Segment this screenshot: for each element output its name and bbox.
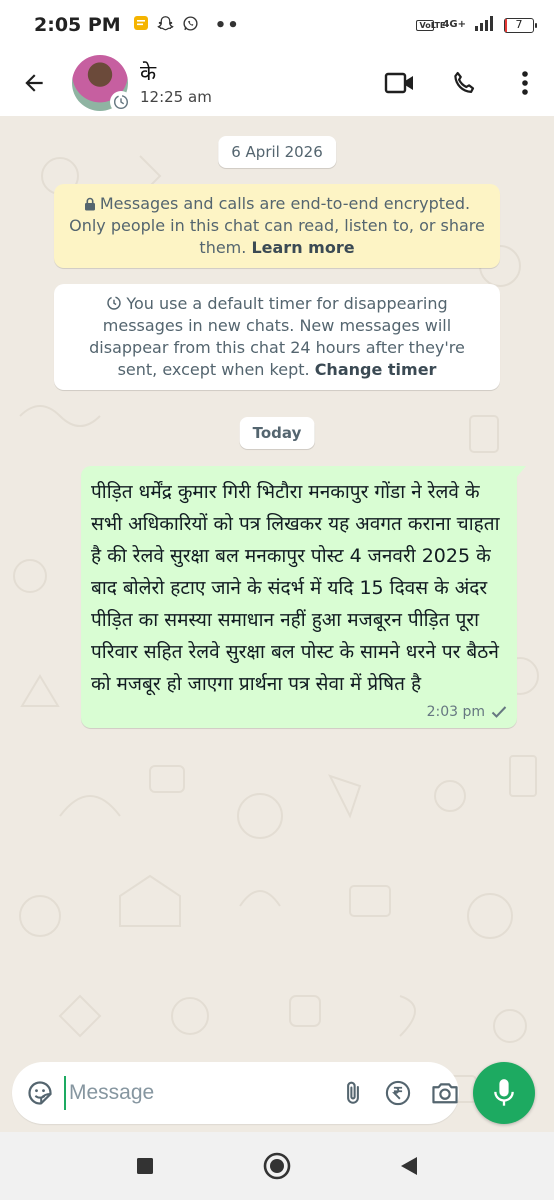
message-composer: [12, 1062, 459, 1124]
sticker-button[interactable]: [26, 1073, 54, 1113]
contact-subtitle: 12:25 am: [140, 88, 212, 106]
disappearing-timer-badge: [110, 91, 132, 113]
signal-strength-icon: [474, 15, 496, 35]
volte-icon: VoLTE: [416, 19, 445, 31]
triangle-back-icon: [401, 1157, 417, 1175]
message-text: पीड़ित धर्मेंद्र कुमार गिरी भिटौरा मनकाप…: [91, 481, 500, 695]
battery-level-fill: [505, 18, 507, 32]
battery-icon: 7: [504, 17, 537, 33]
camera-icon: [432, 1083, 458, 1104]
status-time: 2:05 PM: [34, 14, 121, 36]
disappearing-timer-notice[interactable]: You use a default timer for disappearing…: [54, 284, 500, 390]
voice-call-icon: [454, 71, 475, 93]
circle-home-icon: [263, 1152, 291, 1180]
notification-icons: ••: [133, 15, 240, 36]
more-notifications-indicator: ••: [214, 14, 240, 36]
whatsapp-notification-icon: [182, 15, 199, 36]
sticker-icon: [28, 1081, 52, 1105]
voice-message-button[interactable]: [473, 1062, 535, 1124]
timer-icon: [107, 296, 122, 310]
chat-area[interactable]: 6 April 2026 Messages and calls are end-…: [0, 116, 554, 1132]
home-button[interactable]: [257, 1146, 297, 1186]
attach-icon: [347, 1081, 359, 1104]
status-bar: 2:05 PM •• VoLTE 4G+ 7: [0, 0, 554, 50]
outgoing-message[interactable]: पीड़ित धर्मेंद्र कुमार गिरी भिटौरा मनकाप…: [81, 466, 526, 728]
encryption-notice[interactable]: Messages and calls are end-to-end encryp…: [54, 184, 500, 268]
more-options-button[interactable]: [496, 50, 554, 116]
payment-button[interactable]: [384, 1073, 412, 1113]
timer-icon: [113, 94, 129, 110]
back-nav-button[interactable]: [389, 1146, 429, 1186]
contact-name: के: [140, 61, 157, 85]
mic-icon: [494, 1079, 514, 1106]
attach-button[interactable]: [340, 1073, 366, 1113]
square-recents-icon: [137, 1158, 153, 1174]
today-chip: Today: [239, 417, 315, 449]
rupee-payment-icon: [385, 1080, 411, 1106]
recents-button[interactable]: [125, 1146, 165, 1186]
battery-level: 7: [515, 17, 523, 31]
message-input[interactable]: [64, 1076, 340, 1110]
system-navigation-bar: [0, 1132, 554, 1200]
learn-more-link[interactable]: Learn more: [251, 238, 354, 257]
camera-button[interactable]: [430, 1073, 460, 1113]
change-timer-link[interactable]: Change timer: [315, 360, 437, 379]
snapchat-icon: [157, 15, 174, 36]
message-meta: 2:03 pm: [91, 704, 507, 720]
back-button[interactable]: [0, 50, 68, 116]
more-vert-icon: [522, 71, 528, 95]
chat-header: के 12:25 am: [0, 50, 554, 116]
video-call-icon: [384, 72, 413, 94]
message-time: 2:03 pm: [426, 704, 485, 720]
voice-call-button[interactable]: [432, 50, 496, 116]
video-call-button[interactable]: [368, 50, 432, 116]
back-arrow-icon: [25, 74, 43, 92]
contact-info[interactable]: के 12:25 am: [140, 60, 368, 106]
date-chip: 6 April 2026: [218, 136, 336, 168]
single-check-icon: [491, 706, 507, 718]
notes-app-icon: [133, 15, 149, 35]
network-type: 4G+: [442, 19, 466, 30]
system-indicators: VoLTE 4G+ 7: [416, 15, 537, 35]
avatar[interactable]: [72, 55, 132, 113]
lock-icon: [84, 197, 95, 211]
